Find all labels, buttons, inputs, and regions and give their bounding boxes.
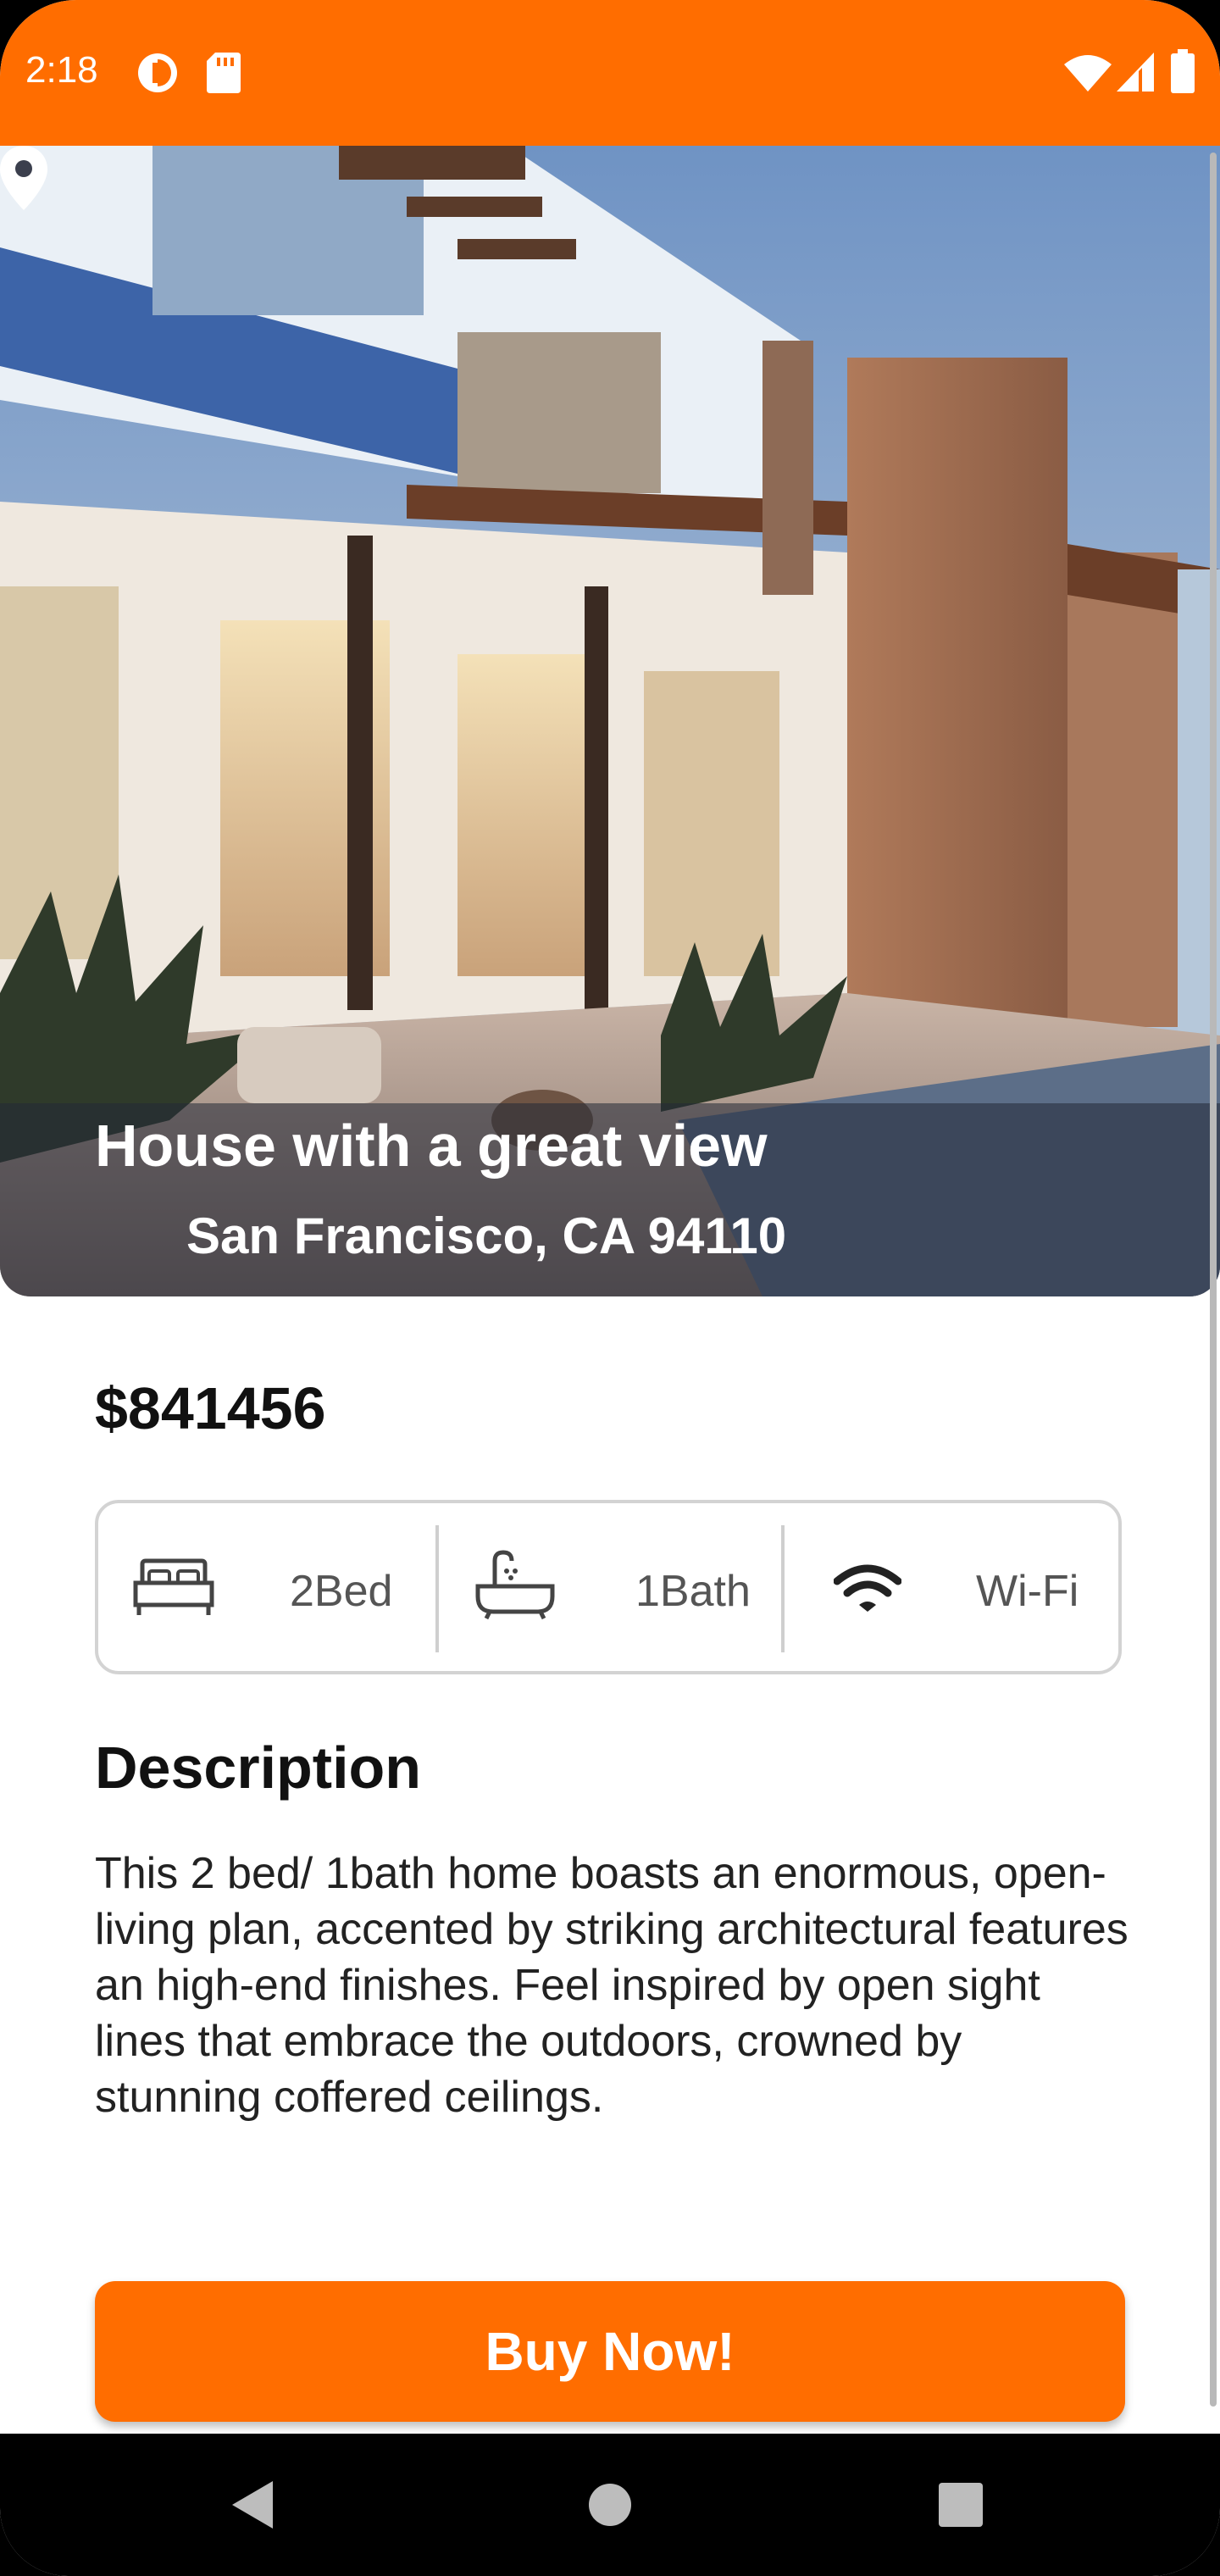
amenity-bath-label: 1Bath (635, 1567, 751, 1616)
location-pin-icon (0, 146, 47, 210)
amenity-wifi-label: Wi-Fi (976, 1567, 1079, 1616)
description-heading: Description (95, 1735, 422, 1801)
status-time: 2:18 (25, 49, 98, 91)
home-icon[interactable] (588, 2483, 632, 2527)
back-icon[interactable] (232, 2481, 274, 2529)
listing-title: House with a great view (95, 1113, 768, 1179)
recents-icon[interactable] (939, 2483, 983, 2527)
bed-icon (133, 1558, 214, 1615)
bathtub-icon (475, 1550, 555, 1620)
amenity-bed: 2Bed (98, 1503, 437, 1671)
scrollbar[interactable] (1210, 153, 1217, 2407)
navigation-bar (0, 2434, 1220, 2576)
amenity-bed-label: 2Bed (290, 1567, 393, 1616)
hero-image: House with a great view San Francisco, C… (0, 146, 1220, 1296)
battery-icon (1171, 49, 1195, 93)
wifi-icon (1064, 55, 1112, 92)
sd-card-icon (207, 53, 241, 93)
description-text: This 2 bed/ 1bath home boasts an enormou… (95, 1849, 1128, 2122)
status-bar: 2:18 (0, 0, 1220, 146)
buy-now-button[interactable]: Buy Now! (95, 2281, 1125, 2422)
amenity-wifi: Wi-Fi (785, 1503, 1122, 1671)
cellular-signal-icon (1117, 53, 1154, 92)
amenities-card: 2Bed 1Bath Wi-Fi (95, 1500, 1122, 1674)
listing-price: $841456 (95, 1375, 326, 1441)
data-saver-icon (138, 53, 177, 92)
listing-location: San Francisco, CA 94110 (186, 1208, 787, 1264)
screen: 2:18 House with a great view San Francis… (0, 0, 1220, 2576)
wifi-icon (834, 1564, 901, 1612)
amenity-bath: 1Bath (439, 1503, 781, 1671)
